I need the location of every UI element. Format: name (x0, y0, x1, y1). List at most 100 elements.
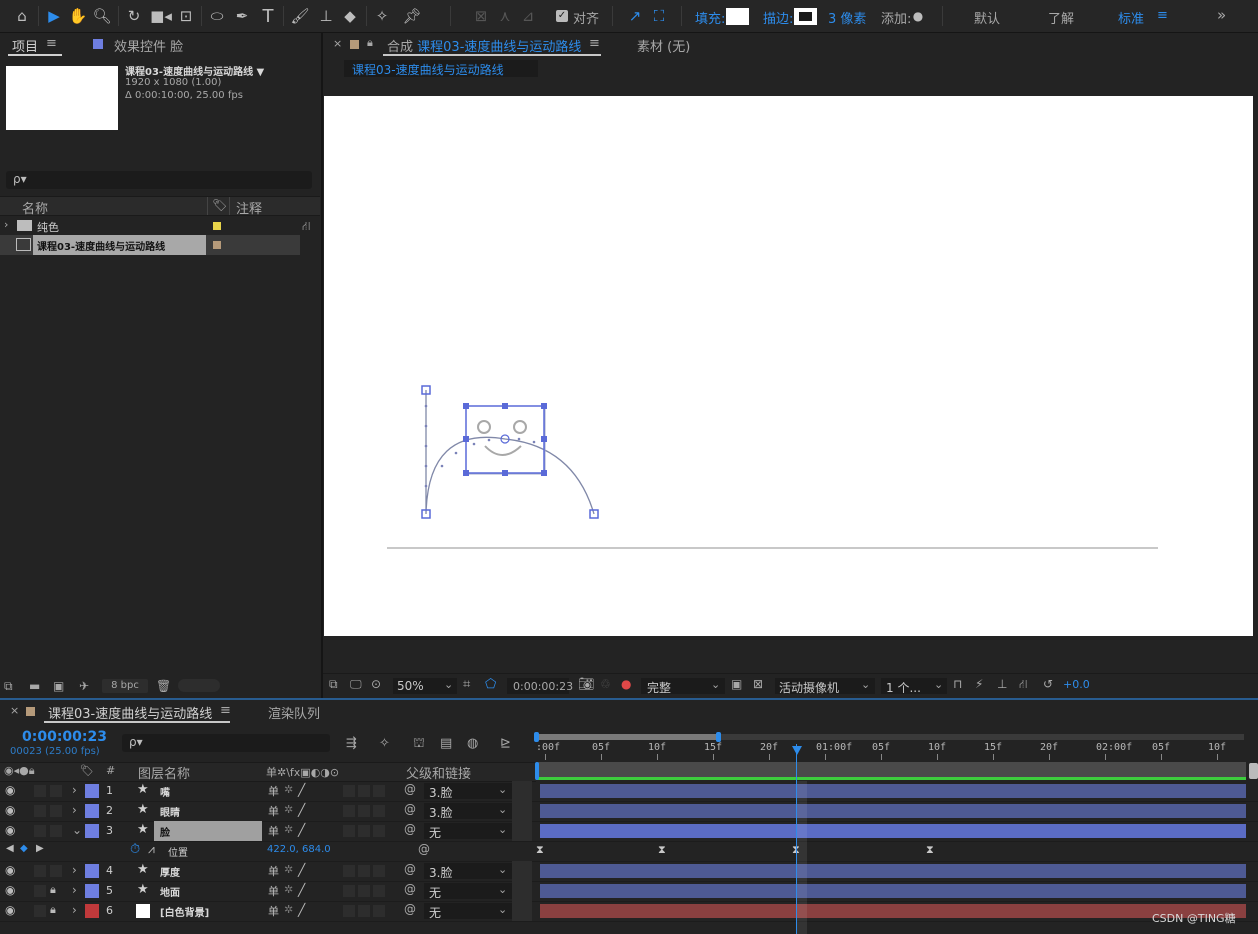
shy-layers-icon[interactable]: ⛫ (413, 736, 425, 753)
grid-options-icon[interactable]: ⌗ (463, 677, 470, 692)
layer-row[interactable]: ◉ 🔒︎ › 6 [白色背景] 单 ✲ ╱ @ 无 ⌄ (0, 901, 1258, 922)
quality-switch-icon[interactable]: ╱ (298, 803, 305, 817)
comp-mini-flowchart-icon[interactable]: ⇶ (346, 736, 357, 751)
workspace-learn[interactable]: 了解 (1048, 8, 1074, 27)
comp-menu-icon[interactable]: ≡ (589, 36, 600, 51)
3d-layer-switch[interactable] (373, 785, 385, 797)
layer-duration-bar[interactable] (540, 824, 1246, 838)
new-comp-icon[interactable]: ▣ (53, 679, 64, 693)
3d-layer-switch[interactable] (373, 805, 385, 817)
layer-row[interactable]: ◉ ⌄ 3 ★ 脸单 ✲ ╱ @ 无 ⌄ (0, 821, 1258, 842)
mask-visibility-icon[interactable]: ⬠ (485, 677, 496, 692)
label-color-swatch[interactable] (213, 241, 221, 249)
expression-pick-whip-icon[interactable]: @ (418, 842, 430, 856)
fx-switch[interactable] (343, 885, 355, 897)
rotate-tool-icon[interactable]: ↻ (124, 6, 144, 26)
pick-whip-icon[interactable]: @ (404, 882, 416, 896)
resolution-dropdown[interactable]: 完整 ⌄ (641, 678, 725, 695)
pick-whip-icon[interactable]: @ (404, 862, 416, 876)
quality-switch-icon[interactable]: ╱ (298, 823, 305, 837)
3d-layer-switch[interactable] (373, 865, 385, 877)
column-parent-link[interactable]: 父级和链接 (406, 763, 471, 782)
comp-canvas[interactable] (324, 96, 1253, 636)
project-search-input[interactable]: ρ▾ (6, 171, 312, 189)
work-area-start-handle[interactable] (534, 732, 539, 742)
motion-blur-switch[interactable] (358, 905, 370, 917)
toggle-pixel-aspect-icon[interactable]: ⊓ (953, 677, 962, 691)
comp-info-name[interactable]: 课程03-速度曲线与运动路线 ▼ (125, 63, 264, 78)
layer-name-cell[interactable] (154, 781, 262, 801)
project-menu-icon[interactable]: ≡ (46, 36, 57, 51)
interpret-footage-icon[interactable]: ⧉ (4, 679, 13, 694)
solo-switch[interactable] (34, 805, 46, 817)
timeline-menu-icon[interactable]: ≡ (220, 703, 231, 718)
tab-effects-controls[interactable]: 效果控件 脸 (114, 36, 183, 55)
layer-row[interactable]: ◉ › 2 ★ 眼睛 单 ✲ ╱ @3.脸 ⌄ (0, 801, 1258, 822)
parent-dropdown[interactable]: 3.脸 ⌄ (424, 863, 512, 880)
fx-switch[interactable] (343, 905, 355, 917)
parent-dropdown[interactable]: 3.脸 ⌄ (424, 783, 512, 800)
chevron-right-icon[interactable]: › (72, 883, 77, 897)
pick-whip-icon[interactable]: @ (404, 802, 416, 816)
fast-previews-icon[interactable]: ⚡︎ (975, 677, 983, 691)
shy-switch-icon[interactable]: 单 (268, 903, 279, 919)
3d-layer-switch[interactable] (373, 905, 385, 917)
ellipse-tool-icon[interactable]: ⬭ (206, 6, 228, 26)
comp-breadcrumb[interactable]: 课程03-速度曲线与运动路线 (344, 60, 538, 77)
shy-switch-icon[interactable]: 单 (268, 783, 279, 799)
timeline-search-input[interactable]: ρ▾ (122, 734, 330, 752)
transparency-grid-icon[interactable]: ⊠ (753, 677, 763, 691)
motion-blur-switch[interactable] (358, 885, 370, 897)
visibility-eye-icon[interactable]: ◉ (5, 823, 15, 837)
clone-stamp-tool-icon[interactable]: ⊥ (316, 6, 336, 26)
keyframe-marker[interactable]: ⧗ (658, 843, 666, 857)
collapse-switch-icon[interactable]: ✲ (284, 863, 293, 876)
layer-row[interactable]: ◉ 🔒︎ › 5 ★ 地面单 ✲ ╱ @ 无 ⌄ (0, 881, 1258, 902)
project-item-solids[interactable]: › 纯色 (0, 216, 300, 236)
shy-switch-icon[interactable]: 单 (268, 883, 279, 899)
chevron-right-icon[interactable]: › (72, 783, 77, 797)
layer-row[interactable]: ◉ › 4 ★ 厚度 单 ✲ ╱ @3.脸 ⌄ (0, 861, 1258, 882)
workspace-standard[interactable]: 标准 (1118, 8, 1144, 27)
region-of-interest-icon[interactable]: ▣ (731, 677, 742, 691)
visibility-eye-icon[interactable]: ◉ (5, 783, 15, 797)
fx-switch[interactable] (343, 785, 355, 797)
flowchart-icon[interactable]: ⛙ (1019, 677, 1027, 693)
layer-label-swatch[interactable] (85, 884, 99, 898)
work-area-bar[interactable] (534, 732, 1244, 742)
tab-render-queue[interactable]: 渲染队列 (268, 703, 320, 722)
more-workspaces-icon[interactable]: » (1217, 6, 1226, 24)
visibility-eye-icon[interactable]: ◉ (5, 883, 15, 897)
property-value[interactable]: 422.0, 684.0 (267, 844, 331, 855)
tab-footage[interactable]: 素材 (无) (637, 36, 690, 55)
tab-project[interactable]: 项目 (12, 36, 38, 55)
property-row-position[interactable]: ◀◆▶⏱︎⩘位置422.0, 684.0@⧗⧗⧗⧗ (0, 841, 1258, 862)
add-keyframe-icon[interactable]: ◆ (20, 843, 28, 854)
chevron-right-icon[interactable]: › (72, 803, 77, 817)
solo-switch[interactable] (34, 905, 46, 917)
layer-name-cell[interactable] (154, 821, 262, 841)
parent-dropdown[interactable]: 无 ⌄ (424, 883, 512, 900)
label-tag-icon[interactable]: 🏷︎ (212, 198, 227, 212)
pen-tool-icon[interactable]: ✒ (232, 6, 252, 26)
workspace-default[interactable]: 默认 (974, 8, 1000, 27)
chevron-right-icon[interactable]: › (72, 903, 77, 917)
pick-whip-icon[interactable]: @ (404, 902, 416, 916)
comp-tab[interactable]: 合成 课程03-速度曲线与运动路线 (387, 36, 581, 55)
fx-switch[interactable] (343, 805, 355, 817)
lock-switch[interactable] (50, 825, 62, 837)
layer-label-swatch[interactable] (85, 784, 99, 798)
parent-dropdown[interactable]: 无 ⌄ (424, 823, 512, 840)
shy-switch-icon[interactable]: 单 (268, 823, 279, 839)
quality-switch-icon[interactable]: ╱ (298, 783, 305, 797)
world-axis-icon[interactable]: ⋏ (495, 6, 515, 26)
thumbnail-slider[interactable] (178, 679, 220, 692)
next-keyframe-icon[interactable]: ▶ (36, 843, 44, 854)
shy-switch-icon[interactable]: 单 (268, 803, 279, 819)
collapse-switch-icon[interactable]: ✲ (284, 903, 293, 916)
solo-switch[interactable] (34, 865, 46, 877)
label-tag-icon[interactable]: 🏷︎ (80, 764, 94, 777)
local-axis-icon[interactable]: ⊠ (470, 6, 492, 26)
visibility-eye-icon[interactable]: ◉ (5, 803, 15, 817)
graph-icon[interactable]: ⩘ (148, 842, 155, 857)
